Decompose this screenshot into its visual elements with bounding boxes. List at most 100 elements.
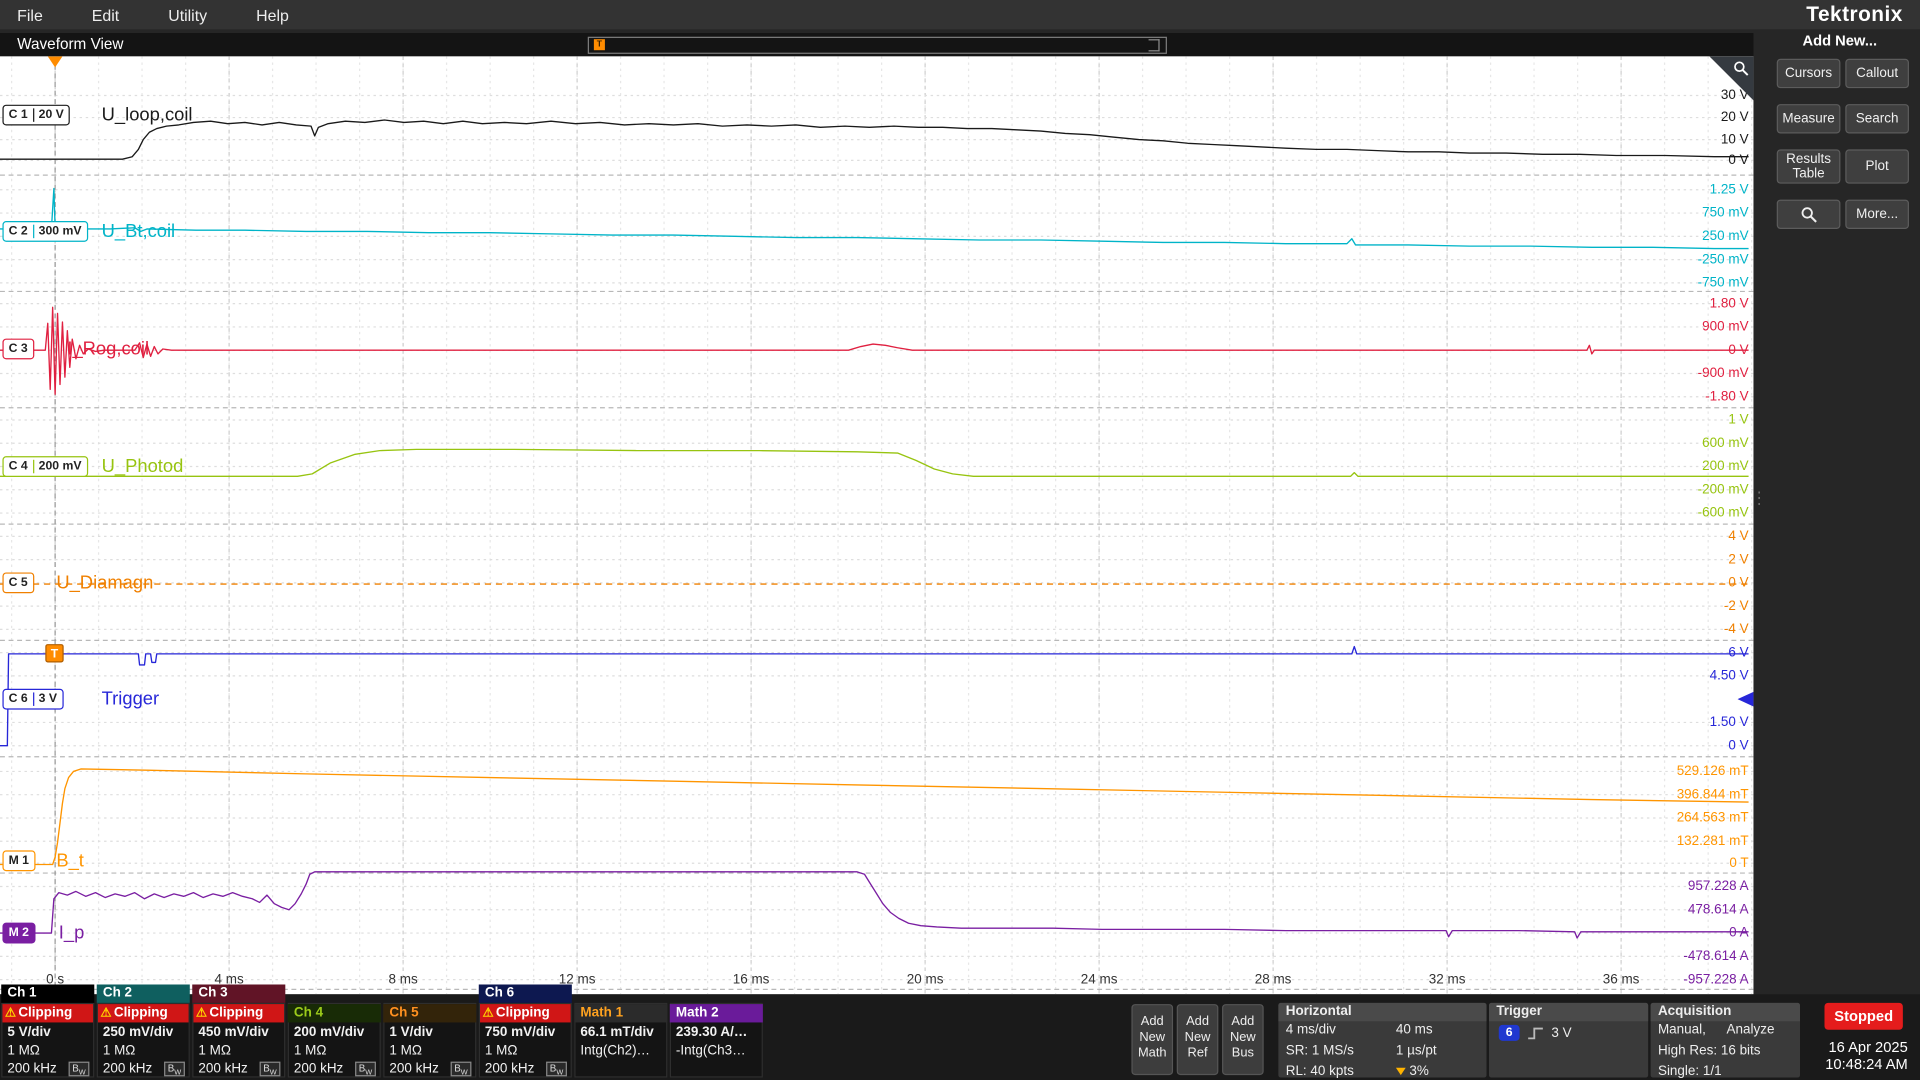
menu-help[interactable]: Help: [256, 6, 289, 24]
channel-tab-ch1[interactable]: Ch 1: [1, 984, 94, 1002]
channel-label-c3[interactable]: I_Rog,coil: [67, 339, 149, 360]
trigger-level-arrow-icon[interactable]: [1738, 692, 1754, 707]
channel-tab-ch4[interactable]: Ch 4: [288, 1004, 381, 1022]
channel-badge-id: C 3: [4, 342, 33, 355]
channel-settings-ch4[interactable]: Ch 4200 mV/div1 MΩ200 kHzBW: [288, 1003, 381, 1078]
oscilloscope-app: File Edit Utility Help Tektronix Wavefor…: [0, 0, 1920, 1080]
channel-badge-c1[interactable]: C 120 V: [2, 105, 70, 126]
callout-button[interactable]: Callout: [1845, 59, 1909, 88]
trace-c2[interactable]: [0, 189, 1749, 249]
minimap-trigger-marker-icon[interactable]: T: [594, 39, 605, 50]
channel-tab-math1[interactable]: Math 1: [574, 1004, 667, 1022]
waveform-canvas[interactable]: [0, 56, 1753, 994]
channel-setting-line: -Intg(Ch3…: [676, 1043, 746, 1058]
cursors-button[interactable]: Cursors: [1777, 59, 1841, 88]
trigger-position-pct: 3%: [1409, 1064, 1428, 1079]
trace-m2[interactable]: [0, 872, 1749, 938]
trigger-source-badge[interactable]: 6: [1499, 1025, 1520, 1041]
channel-badge-c2[interactable]: C 2300 mV: [2, 221, 87, 242]
bandwidth-limit-icon: BW: [546, 1062, 567, 1077]
more-button[interactable]: More...: [1845, 200, 1909, 229]
waveform-plot[interactable]: 30 V20 V10 V0 VU_loop,coilC 120 V1.25 V7…: [0, 56, 1753, 994]
channel-badge-c4[interactable]: C 4200 mV: [2, 456, 87, 477]
trace-c3[interactable]: [0, 307, 1749, 394]
channel-settings-ch3[interactable]: Ch 3⚠Clipping450 mV/div1 MΩ200 kHzBW: [192, 1003, 285, 1078]
channel-tab-ch2[interactable]: Ch 2: [97, 984, 190, 1002]
channel-badge-c6[interactable]: C 63 V: [2, 689, 63, 710]
trigger-source-marker[interactable]: T: [45, 644, 63, 662]
clipping-warning: ⚠Clipping: [2, 1004, 93, 1022]
channel-badge-m1[interactable]: M 1: [2, 850, 35, 871]
tektronix-logo: Tektronix: [1806, 2, 1903, 26]
channel-settings-ch1[interactable]: Ch 1⚠Clipping5 V/div1 MΩ200 kHzBW: [1, 1003, 94, 1078]
search-button[interactable]: Search: [1845, 104, 1909, 133]
add-new-panel: Add New... CursorsCalloutMeasureSearchRe…: [1760, 29, 1920, 994]
channel-setting-line: 1 V/div: [389, 1025, 432, 1040]
channel-setting-line: 1 MΩ: [7, 1043, 40, 1058]
acquisition-minimap[interactable]: T: [588, 37, 1167, 54]
trigger-position-marker-icon[interactable]: [48, 56, 63, 67]
channel-label-c1[interactable]: U_loop,coil: [102, 105, 193, 126]
trace-m1[interactable]: [0, 769, 1749, 865]
trigger-settings[interactable]: Trigger 6 3 V: [1489, 1003, 1648, 1078]
bandwidth-limit-icon: BW: [355, 1062, 376, 1077]
axis-label-m1: 264.563 mT: [1677, 811, 1749, 826]
channel-badge-c5[interactable]: C 5: [2, 572, 33, 593]
channel-badge-scale: 3 V: [33, 692, 62, 705]
channel-settings-ch6[interactable]: Ch 6⚠Clipping750 mV/div1 MΩ200 kHzBW: [479, 1003, 572, 1078]
measure-button[interactable]: Measure: [1777, 104, 1841, 133]
channel-badge-m2[interactable]: M 2: [2, 923, 35, 944]
acquisition-settings[interactable]: Acquisition Manual,Analyze High Res: 16 …: [1651, 1003, 1800, 1078]
warning-icon: ⚠: [2, 1007, 18, 1020]
magnifier-icon[interactable]: [1733, 60, 1750, 77]
time-tick-label: 16 ms: [733, 972, 770, 987]
trace-c1[interactable]: [0, 120, 1749, 159]
menu-edit[interactable]: Edit: [92, 6, 119, 24]
channel-setting-line: 200 kHz: [294, 1062, 343, 1077]
channel-setting-line: 750 mV/div: [485, 1025, 555, 1040]
channel-label-c2[interactable]: U_Bt,coil: [102, 221, 176, 242]
channel-tab-ch5[interactable]: Ch 5: [383, 1004, 476, 1022]
run-stop-status[interactable]: Stopped: [1824, 1003, 1902, 1030]
channel-tab-ch3[interactable]: Ch 3: [192, 984, 285, 1002]
channel-label-m2[interactable]: I_p: [59, 923, 85, 944]
bandwidth-limit-icon: BW: [164, 1062, 185, 1077]
channel-settings-math2[interactable]: Math 2239.30 A/…-Intg(Ch3…: [670, 1003, 763, 1078]
menu-utility[interactable]: Utility: [168, 6, 207, 24]
axis-label-c6: 4.50 V: [1710, 669, 1749, 684]
add-new-bus-button[interactable]: AddNewBus: [1222, 1004, 1264, 1075]
add-new-ref-button[interactable]: AddNewRef: [1177, 1004, 1219, 1075]
horizontal-title: Horizontal: [1278, 1003, 1486, 1021]
axis-label-c3: 900 mV: [1702, 320, 1748, 335]
clipping-warning: ⚠Clipping: [98, 1004, 189, 1022]
time: 10:48:24 AM: [1825, 1056, 1908, 1073]
channel-label-m1[interactable]: B_t: [56, 850, 84, 871]
menu-file[interactable]: File: [17, 6, 43, 24]
channel-setting-line: 1 MΩ: [485, 1043, 518, 1058]
acquisition-analyze: Analyze: [1727, 1022, 1775, 1037]
trace-c4[interactable]: [0, 449, 1749, 476]
channel-tab-ch6[interactable]: Ch 6: [479, 984, 572, 1002]
channel-tab-math2[interactable]: Math 2: [670, 1004, 763, 1022]
channel-settings-ch5[interactable]: Ch 51 V/div1 MΩ200 kHzBW: [383, 1003, 476, 1078]
axis-label-c5: -2 V: [1724, 599, 1749, 614]
channel-settings-ch2[interactable]: Ch 2⚠Clipping250 mV/div1 MΩ200 kHzBW: [97, 1003, 190, 1078]
channel-setting-line: 1 MΩ: [103, 1043, 136, 1058]
results-table-button[interactable]: Results Table: [1777, 149, 1841, 183]
zoom-tool-button[interactable]: [1777, 200, 1841, 229]
channel-setting-line: 1 MΩ: [294, 1043, 327, 1058]
minimap-zoom-endcap[interactable]: [1149, 39, 1160, 51]
channel-label-c6[interactable]: Trigger: [102, 689, 160, 710]
plot-button[interactable]: Plot: [1845, 149, 1909, 183]
horizontal-settings[interactable]: Horizontal 4 ms/div40 ms SR: 1 MS/s1 µs/…: [1278, 1003, 1486, 1078]
channel-badge-c3[interactable]: C 3: [2, 339, 33, 360]
axis-label-c4: -200 mV: [1698, 482, 1749, 497]
channel-settings-math1[interactable]: Math 166.1 mT/divIntg(Ch2)…: [574, 1003, 667, 1078]
add-new-math-button[interactable]: AddNewMath: [1131, 1004, 1173, 1075]
channel-label-c5[interactable]: U_Diamagn: [56, 572, 153, 593]
channel-label-c4[interactable]: U_Photod: [102, 456, 184, 477]
menu-bar: File Edit Utility Help Tektronix: [0, 0, 1920, 29]
trace-c6[interactable]: [0, 647, 1749, 746]
axis-label-m2: -957.228 A: [1683, 972, 1748, 987]
axis-label-c1: 0 V: [1728, 153, 1748, 168]
